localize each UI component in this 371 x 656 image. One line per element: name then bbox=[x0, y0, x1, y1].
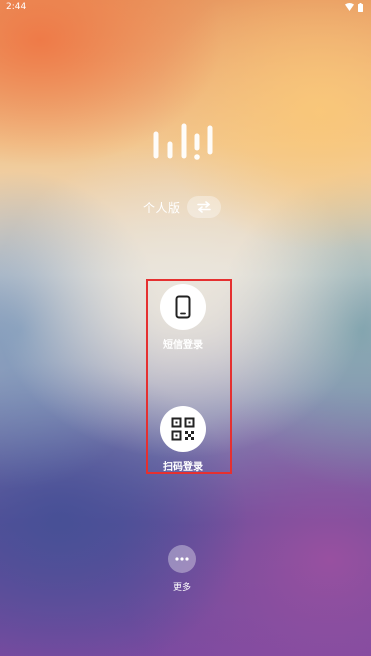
swap-arrows-icon bbox=[196, 201, 211, 213]
more-button[interactable] bbox=[168, 545, 196, 573]
status-time: 2:44 bbox=[6, 2, 27, 12]
scan-login-button[interactable] bbox=[160, 406, 206, 452]
ellipsis-icon bbox=[175, 557, 189, 561]
scan-login-label: 扫码登录 bbox=[163, 462, 203, 473]
account-mode-row: 个人版 bbox=[143, 196, 221, 218]
switch-mode-button[interactable] bbox=[186, 196, 221, 218]
phone-icon bbox=[175, 295, 191, 319]
scan-login-option[interactable]: 扫码登录 bbox=[160, 406, 206, 473]
status-icons bbox=[345, 0, 363, 14]
battery-icon bbox=[358, 2, 363, 12]
more-label: 更多 bbox=[172, 583, 191, 593]
sms-login-option[interactable]: 短信登录 bbox=[160, 284, 206, 351]
status-bar: 2:44 bbox=[0, 0, 371, 14]
app-logo bbox=[153, 123, 213, 160]
account-mode-label: 个人版 bbox=[143, 200, 181, 215]
wifi-icon bbox=[345, 3, 354, 11]
sms-login-label: 短信登录 bbox=[163, 340, 203, 351]
more-options[interactable]: 更多 bbox=[168, 545, 196, 593]
qr-code-icon bbox=[171, 417, 195, 441]
sms-login-button[interactable] bbox=[160, 284, 206, 330]
